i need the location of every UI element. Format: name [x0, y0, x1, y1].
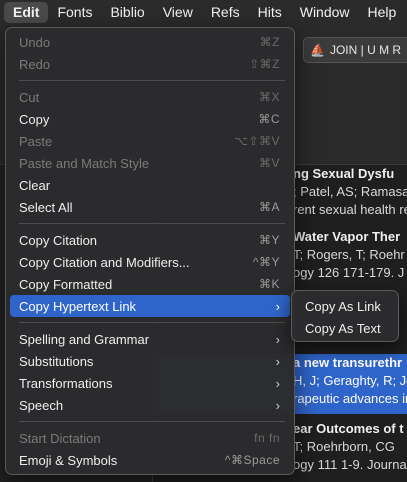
- emoji-symbols-menu-item[interactable]: Emoji & Symbols ^⌘Space: [10, 449, 290, 471]
- menu-item-label: Emoji & Symbols: [19, 452, 118, 468]
- copy-hypertext-link-menu-item[interactable]: Copy Hypertext Link ›: [10, 295, 290, 317]
- copy-menu-item[interactable]: Copy ⌘C: [10, 108, 290, 130]
- menu-item-label: Clear: [19, 177, 51, 193]
- chevron-right-icon: ›: [275, 331, 280, 347]
- menu-help[interactable]: Help: [359, 2, 406, 23]
- menu-separator: [19, 223, 285, 224]
- speech-menu-item[interactable]: Speech ›: [10, 394, 290, 416]
- menu-separator: [19, 421, 285, 422]
- chevron-right-icon: ›: [275, 397, 280, 413]
- chevron-right-icon: ›: [275, 375, 280, 391]
- spelling-grammar-menu-item[interactable]: Spelling and Grammar ›: [10, 328, 290, 350]
- boat-icon: ⛵: [310, 43, 325, 57]
- reference-authors: T; Rogers, T; Roehr: [293, 247, 405, 262]
- undo-menu-item[interactable]: Undo ⌘Z: [10, 31, 290, 53]
- menu-item-label: Undo: [19, 34, 51, 50]
- menu-item-label: Redo: [19, 56, 51, 72]
- reference-title: a new transurethr: [293, 355, 403, 370]
- copy-citation-menu-item[interactable]: Copy Citation ⌘Y: [10, 229, 290, 251]
- menu-item-shortcut: ⌘A: [258, 200, 280, 214]
- chevron-right-icon: ›: [275, 298, 280, 314]
- menu-window[interactable]: Window: [291, 2, 359, 23]
- start-dictation-menu-item[interactable]: Start Dictation fn fn: [10, 427, 290, 449]
- menu-item-label: Paste: [19, 133, 53, 149]
- menu-item-label: Copy: [19, 111, 50, 127]
- copy-hypertext-link-submenu: Copy As Link Copy As Text: [291, 290, 399, 342]
- menu-item-shortcut: ⌥⇧⌘V: [234, 134, 280, 148]
- cut-menu-item[interactable]: Cut ⌘X: [10, 86, 290, 108]
- menu-item-label: Speech: [19, 397, 64, 413]
- reference-authors: H, J; Geraghty, R; Jo: [293, 373, 407, 388]
- reference-journal: rent sexual health re: [293, 202, 407, 217]
- menu-item-label: Substitutions: [19, 353, 94, 369]
- reference-authors: ; Patel, AS; Ramasa: [293, 184, 407, 199]
- menu-item-shortcut: fn fn: [254, 431, 280, 445]
- copy-as-link-menu-item[interactable]: Copy As Link: [296, 295, 396, 317]
- menu-refs[interactable]: Refs: [202, 2, 249, 23]
- menu-item-shortcut: ⌘K: [258, 277, 280, 291]
- menu-item-label: Transformations: [19, 375, 113, 391]
- clear-menu-item[interactable]: Clear: [10, 174, 290, 196]
- menu-item-shortcut: ⇧⌘Z: [249, 57, 280, 71]
- menu-item-label: Start Dictation: [19, 430, 101, 446]
- reference-journal: rapeutic advances in: [293, 391, 407, 406]
- join-label: JOIN | U M R: [329, 43, 402, 57]
- reference-journal: ogy 111 1-9. Journa: [293, 457, 407, 472]
- menu-separator: [19, 322, 285, 323]
- redo-menu-item[interactable]: Redo ⇧⌘Z: [10, 53, 290, 75]
- menu-fonts[interactable]: Fonts: [48, 2, 101, 23]
- menu-separator: [19, 80, 285, 81]
- reference-authors: T; Roehrborn, CG: [293, 439, 395, 454]
- reference-title: Water Vapor Ther: [293, 229, 401, 244]
- menu-item-label: Cut: [19, 89, 40, 105]
- menu-item-label: Select All: [19, 199, 73, 215]
- menu-bar: Edit Fonts Biblio View Refs Hits Window …: [0, 0, 407, 25]
- menu-item-shortcut: ^⌘Space: [224, 453, 280, 467]
- join-button[interactable]: ⛵ JOIN | U M R: [303, 37, 407, 63]
- copy-formatted-menu-item[interactable]: Copy Formatted ⌘K: [10, 273, 290, 295]
- menu-hits[interactable]: Hits: [249, 2, 291, 23]
- menu-item-label: Copy Citation and Modifiers...: [19, 254, 190, 270]
- copy-citation-modifiers-menu-item[interactable]: Copy Citation and Modifiers... ^⌘Y: [10, 251, 290, 273]
- reference-journal: ogy 126 171-179. J: [293, 265, 405, 280]
- select-all-menu-item[interactable]: Select All ⌘A: [10, 196, 290, 218]
- paste-match-style-menu-item[interactable]: Paste and Match Style ⌘V: [10, 152, 290, 174]
- menu-item-shortcut: ⌘V: [258, 156, 280, 170]
- menu-item-label: Spelling and Grammar: [19, 331, 150, 347]
- substitutions-menu-item[interactable]: Substitutions ›: [10, 350, 290, 372]
- menu-item-shortcut: ⌘C: [258, 112, 280, 126]
- paste-menu-item[interactable]: Paste ⌥⇧⌘V: [10, 130, 290, 152]
- transformations-menu-item[interactable]: Transformations ›: [10, 372, 290, 394]
- menu-item-shortcut: ⌘Y: [258, 233, 280, 247]
- reference-title: ng Sexual Dysfu: [293, 166, 395, 181]
- reference-title: ear Outcomes of t: [293, 421, 404, 436]
- menu-item-shortcut: ⌘Z: [259, 35, 280, 49]
- menu-item-shortcut: ⌘X: [258, 90, 280, 104]
- menu-item-label: Paste and Match Style: [19, 155, 150, 171]
- menu-item-label: Copy Citation: [19, 232, 98, 248]
- menu-biblio[interactable]: Biblio: [101, 2, 153, 23]
- menu-item-shortcut: ^⌘Y: [252, 255, 280, 269]
- menu-item-label: Copy Formatted: [19, 276, 113, 292]
- copy-as-text-menu-item[interactable]: Copy As Text: [296, 317, 396, 339]
- chevron-right-icon: ›: [275, 353, 280, 369]
- menu-view[interactable]: View: [154, 2, 202, 23]
- menu-edit[interactable]: Edit: [4, 2, 49, 23]
- edit-menu: Undo ⌘Z Redo ⇧⌘Z Cut ⌘X Copy ⌘C Paste ⌥⇧…: [5, 27, 295, 475]
- menu-item-label: Copy Hypertext Link: [19, 298, 137, 314]
